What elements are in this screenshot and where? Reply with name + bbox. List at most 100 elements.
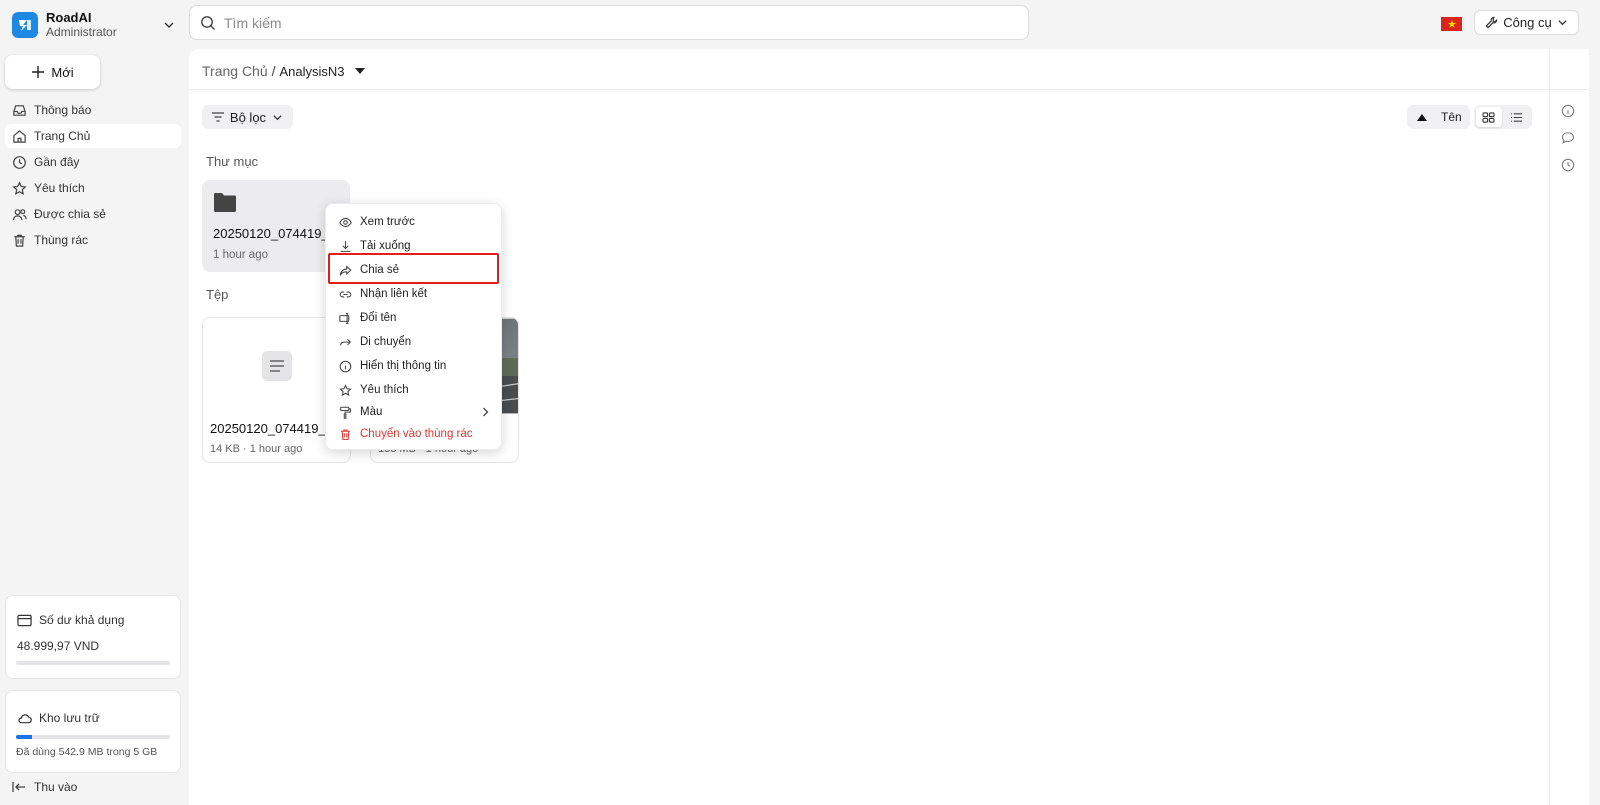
home-icon xyxy=(12,129,27,144)
caret-down-icon[interactable] xyxy=(354,67,365,75)
search-icon xyxy=(200,15,216,31)
sidebar: RoadAI Administrator Mới Thông báo Trang… xyxy=(0,0,187,805)
chevron-down-icon xyxy=(272,112,283,123)
sidebar-item-label: Thông báo xyxy=(34,103,92,117)
menu-item-get-link[interactable]: Nhận liên kết xyxy=(326,283,501,305)
view-toggle xyxy=(1473,105,1532,129)
new-button[interactable]: Mới xyxy=(5,55,100,89)
sort-view-controls: Tên xyxy=(1407,105,1532,129)
vietnam-flag-icon[interactable] xyxy=(1441,17,1462,31)
star-icon xyxy=(339,383,352,397)
sidebar-item-home[interactable]: Trang Chủ xyxy=(5,124,181,148)
new-button-label: Mới xyxy=(51,64,74,80)
menu-item-label: Chuyển vào thùng rác xyxy=(360,428,473,440)
balance-value: 48.999,97 VND xyxy=(17,639,100,653)
sidebar-item-trash[interactable]: Thùng rác xyxy=(5,228,181,252)
sidebar-item-favorites[interactable]: Yêu thích xyxy=(5,176,181,200)
file-name: 20250120_074419_E xyxy=(210,421,335,436)
download-icon xyxy=(339,240,352,253)
breadcrumb-separator: / xyxy=(271,63,276,79)
menu-item-label: Màu xyxy=(360,406,383,418)
sort-field-label[interactable]: Tên xyxy=(1437,110,1466,124)
menu-item-color[interactable]: Màu xyxy=(326,401,501,423)
history-icon[interactable] xyxy=(1561,158,1575,172)
chevron-down-icon xyxy=(1557,17,1568,28)
paint-roller-icon xyxy=(339,406,352,419)
details-rail xyxy=(1549,49,1589,805)
chevron-right-icon xyxy=(482,407,489,417)
collapse-sidebar-button[interactable]: Thu vào xyxy=(12,780,77,794)
wrench-icon xyxy=(1485,16,1498,29)
eye-icon xyxy=(339,216,352,229)
menu-item-label: Nhận liên kết xyxy=(360,288,428,300)
inbox-icon xyxy=(12,103,27,118)
menu-item-preview[interactable]: Xem trước xyxy=(326,211,501,233)
menu-item-rename[interactable]: Đổi tên xyxy=(326,307,501,329)
rename-icon xyxy=(339,312,352,325)
cloud-icon xyxy=(17,712,32,724)
move-icon xyxy=(339,336,352,349)
menu-item-move[interactable]: Di chuyển xyxy=(326,331,501,353)
breadcrumb-home[interactable]: Trang Chủ xyxy=(202,63,268,79)
folders-section-title: Thư mục xyxy=(206,154,259,169)
menu-item-label: Tải xuống xyxy=(360,240,411,252)
sort-control: Tên xyxy=(1407,105,1470,129)
info-icon[interactable] xyxy=(1561,104,1575,118)
comment-icon[interactable] xyxy=(1561,131,1575,145)
balance-label: Số dư khả dụng xyxy=(39,613,125,627)
storage-card[interactable]: Kho lưu trữ Đã dùng 542.9 MB trong 5 GB xyxy=(5,690,181,773)
context-menu: Xem trước Tải xuống Chia sẻ Nhận liên kế… xyxy=(325,203,502,450)
roadai-logo xyxy=(12,12,38,38)
file-meta: 14 KB · 1 hour ago xyxy=(210,443,303,455)
brand-role: Administrator xyxy=(46,25,117,39)
menu-item-label: Hiển thị thông tin xyxy=(360,360,447,372)
menu-item-show-info[interactable]: Hiển thị thông tin xyxy=(326,355,501,377)
chevron-down-icon xyxy=(161,17,177,33)
sidebar-item-recent[interactable]: Gần đây xyxy=(5,150,181,174)
balance-bar xyxy=(16,661,170,665)
sidebar-item-label: Yêu thích xyxy=(34,181,85,195)
search-bar[interactable] xyxy=(189,5,1029,40)
link-icon xyxy=(339,288,352,301)
credit-card-icon xyxy=(17,614,32,627)
sidebar-item-label: Được chia sẻ xyxy=(34,207,106,221)
star-icon xyxy=(12,180,27,196)
filter-icon xyxy=(211,112,224,122)
list-view-icon[interactable] xyxy=(1504,107,1530,127)
clock-icon xyxy=(12,155,27,170)
files-section-title: Tệp xyxy=(206,287,229,302)
storage-progress-bar xyxy=(16,735,170,739)
brand-name: RoadAI xyxy=(46,10,92,25)
workspace-switcher[interactable]: RoadAI Administrator xyxy=(12,9,177,41)
sidebar-item-shared[interactable]: Được chia sẻ xyxy=(5,202,181,226)
sidebar-nav: Thông báo Trang Chủ Gần đây Yêu thích Đư… xyxy=(5,98,181,254)
storage-label: Kho lưu trữ xyxy=(39,711,100,725)
document-icon xyxy=(261,351,292,381)
menu-item-label: Xem trước xyxy=(360,216,415,228)
balance-card[interactable]: Số dư khả dụng 48.999,97 VND xyxy=(5,595,181,679)
tools-dropdown[interactable]: Công cụ xyxy=(1474,10,1579,35)
sidebar-item-notifications[interactable]: Thông báo xyxy=(5,98,181,122)
filter-label: Bộ lọc xyxy=(229,109,267,125)
menu-item-label: Di chuyển xyxy=(360,336,412,348)
plus-icon xyxy=(31,65,45,79)
storage-usage-text: Đã dùng 542.9 MB trong 5 GB xyxy=(16,746,158,758)
sort-ascending-icon[interactable] xyxy=(1411,108,1433,126)
filter-button[interactable]: Bộ lọc xyxy=(202,105,293,129)
search-input[interactable] xyxy=(224,14,1004,31)
trash-icon xyxy=(339,428,352,441)
breadcrumb-current[interactable]: AnalysisN3 xyxy=(280,64,345,79)
menu-item-move-to-trash[interactable]: Chuyển vào thùng rác xyxy=(326,423,501,445)
trash-icon xyxy=(12,233,27,248)
grid-view-icon[interactable] xyxy=(1475,107,1502,127)
folder-icon xyxy=(213,192,237,212)
users-icon xyxy=(12,207,27,222)
sidebar-item-label: Thùng rác xyxy=(34,233,89,247)
header-divider xyxy=(189,89,1589,90)
folder-time: 1 hour ago xyxy=(213,249,268,261)
menu-item-favorite[interactable]: Yêu thích xyxy=(326,379,501,401)
tools-label: Công cụ xyxy=(1503,15,1552,30)
sidebar-item-label: Trang Chủ xyxy=(34,129,91,143)
sidebar-item-label: Gần đây xyxy=(34,155,80,169)
storage-progress-fill xyxy=(16,735,33,739)
